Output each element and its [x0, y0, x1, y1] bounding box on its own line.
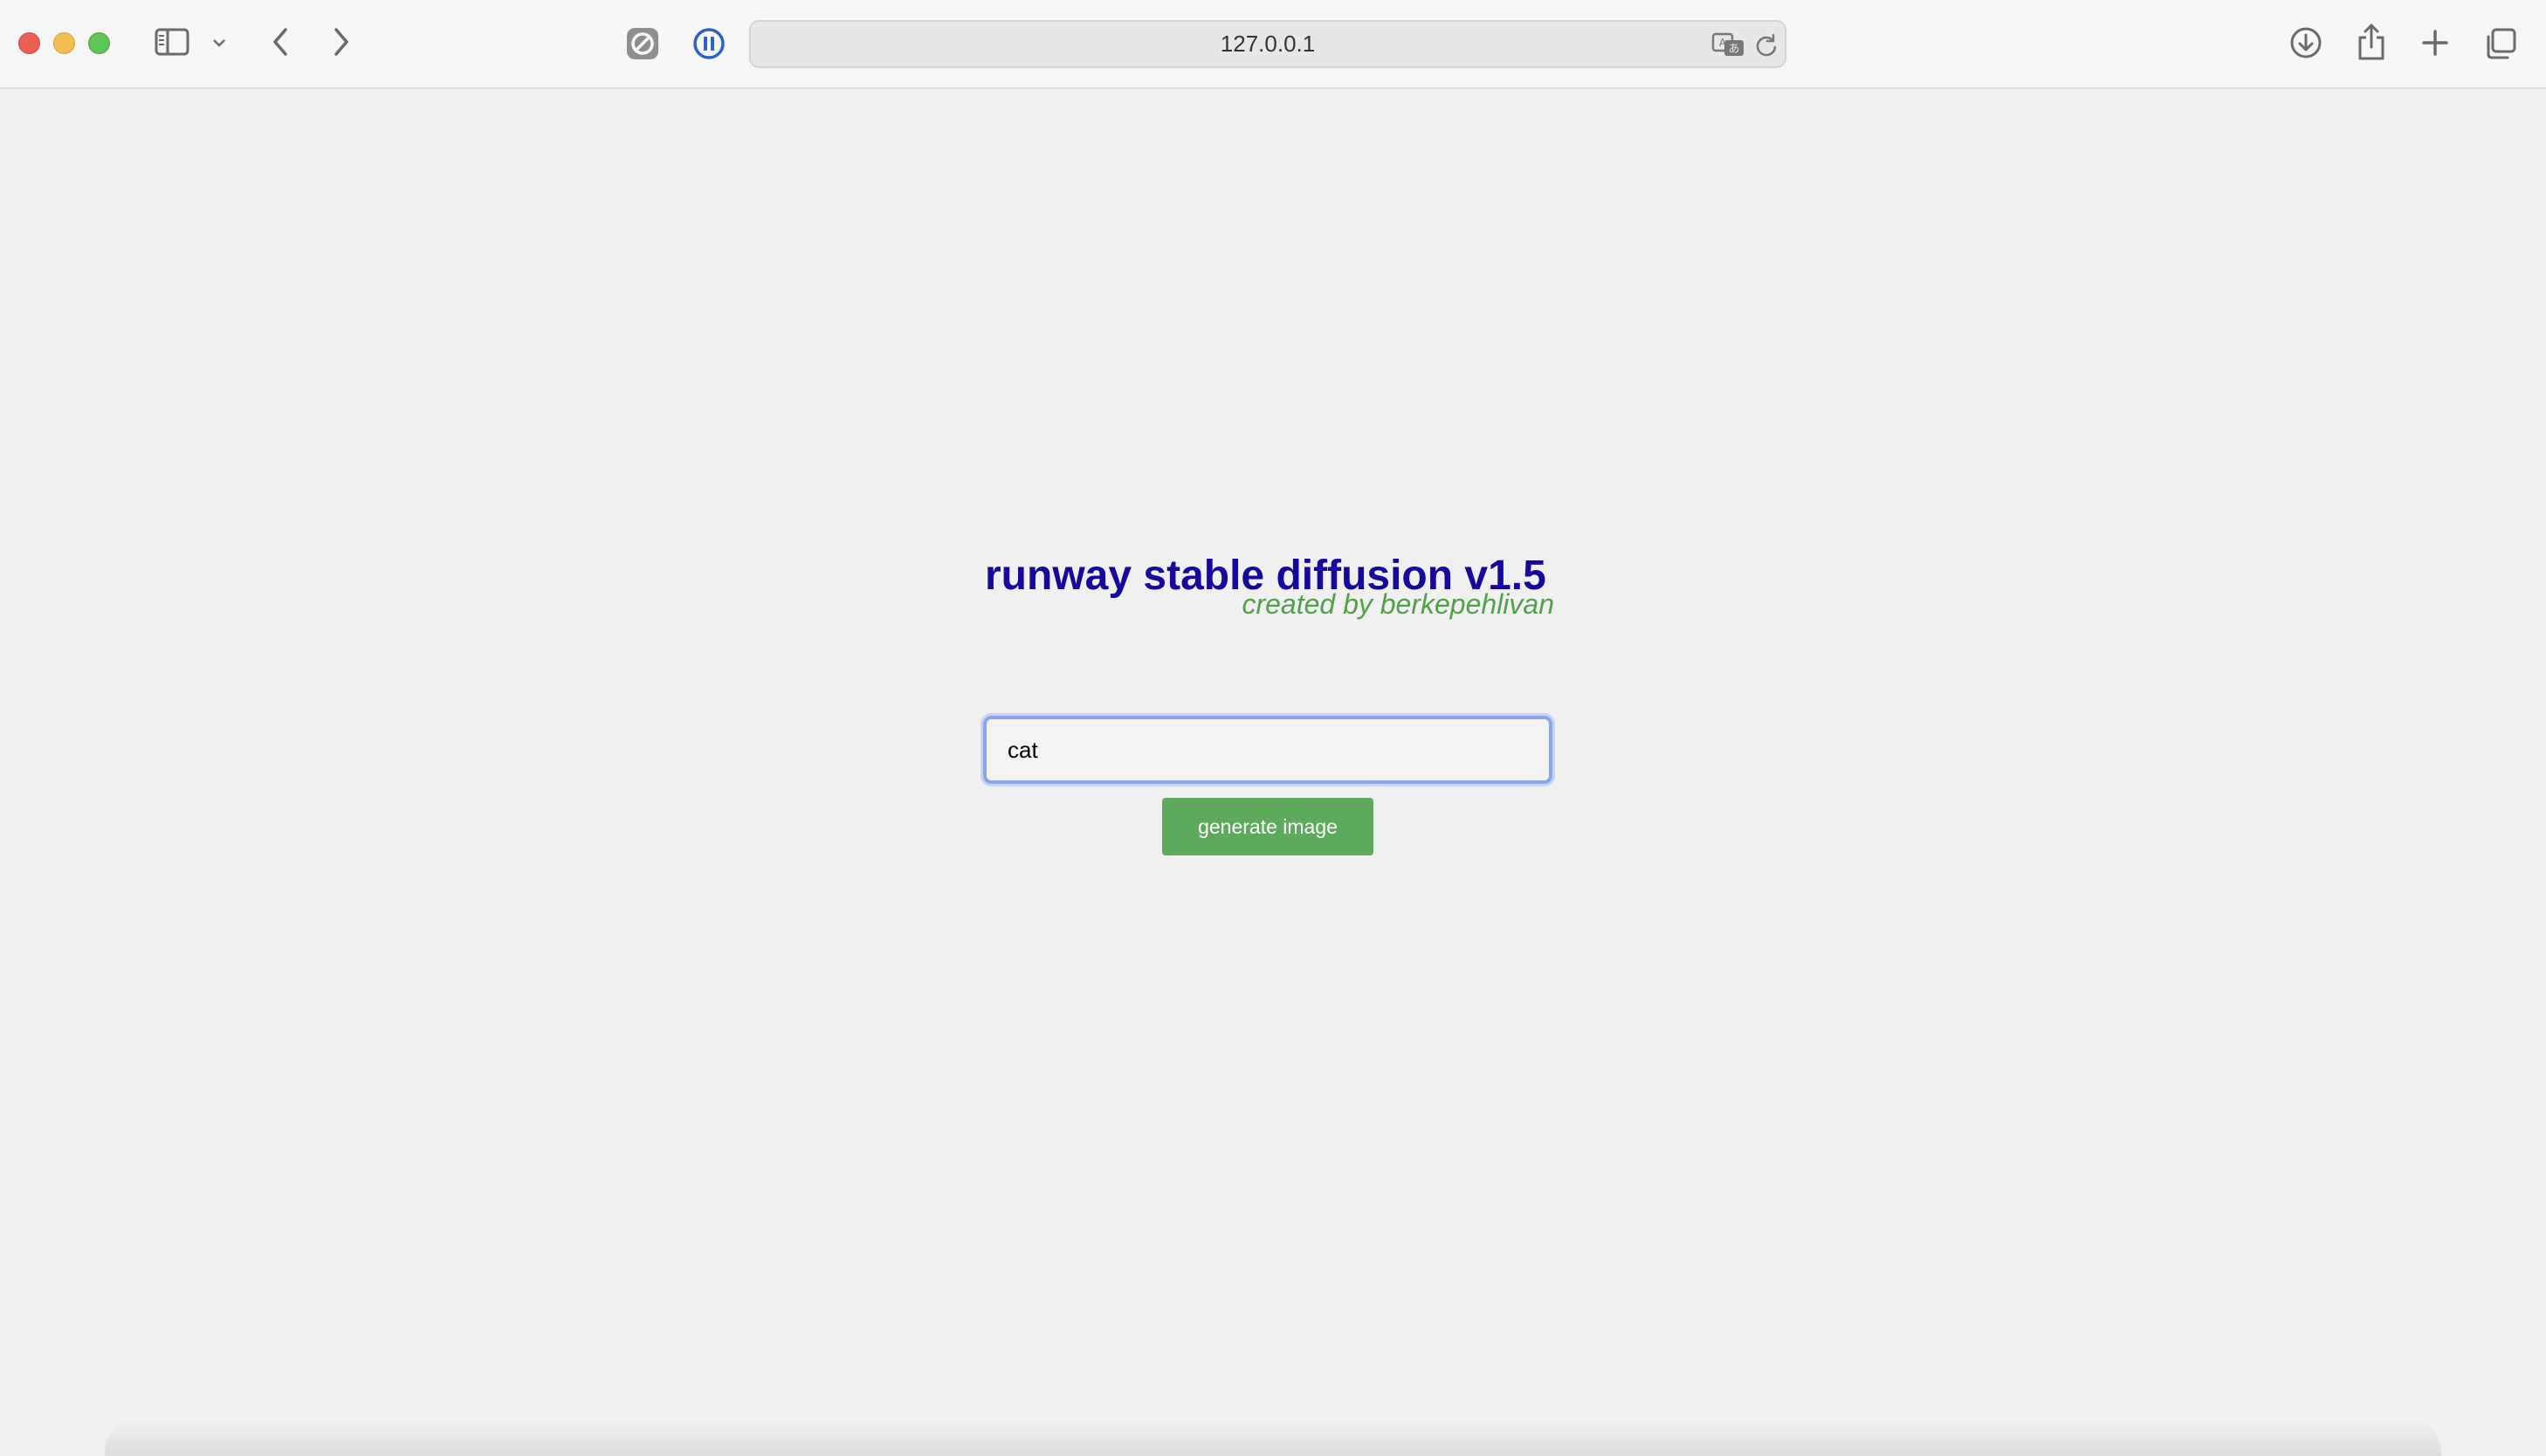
- plus-icon[interactable]: [2419, 26, 2452, 59]
- reload-icon[interactable]: [1753, 32, 1779, 58]
- generate-image-button[interactable]: generate image: [1162, 798, 1373, 855]
- download-icon[interactable]: [2288, 24, 2324, 61]
- chevron-down-icon[interactable]: [210, 33, 229, 52]
- privacy-blocker-icon[interactable]: [625, 26, 660, 61]
- sidebar-icon[interactable]: [154, 26, 190, 58]
- address-bar-text[interactable]: 127.0.0.1: [751, 22, 1785, 66]
- prompt-input[interactable]: [981, 713, 1555, 786]
- window-maximize-button[interactable]: [88, 32, 110, 54]
- page-subtitle: created by berkepehlivan: [1242, 588, 1554, 620]
- window-close-button[interactable]: [18, 32, 40, 54]
- chevron-right-icon[interactable]: [327, 24, 356, 59]
- chevron-left-icon[interactable]: [265, 24, 295, 59]
- svg-text:あ: あ: [1728, 43, 1739, 56]
- page-viewport: runway stable diffusion v1.5 created by …: [0, 91, 2546, 1456]
- tab-overview-icon[interactable]: [2483, 26, 2518, 61]
- share-icon[interactable]: [2354, 21, 2389, 63]
- address-bar[interactable]: 127.0.0.1 あ A: [749, 20, 1786, 68]
- browser-toolbar: 127.0.0.1 あ A: [0, 0, 2546, 89]
- pause-icon[interactable]: [692, 26, 726, 61]
- svg-text:A: A: [1719, 37, 1727, 49]
- window-minimize-button[interactable]: [53, 32, 75, 54]
- translate-icon[interactable]: あ A: [1711, 31, 1746, 58]
- window-bottom-shadow: [105, 1418, 2441, 1456]
